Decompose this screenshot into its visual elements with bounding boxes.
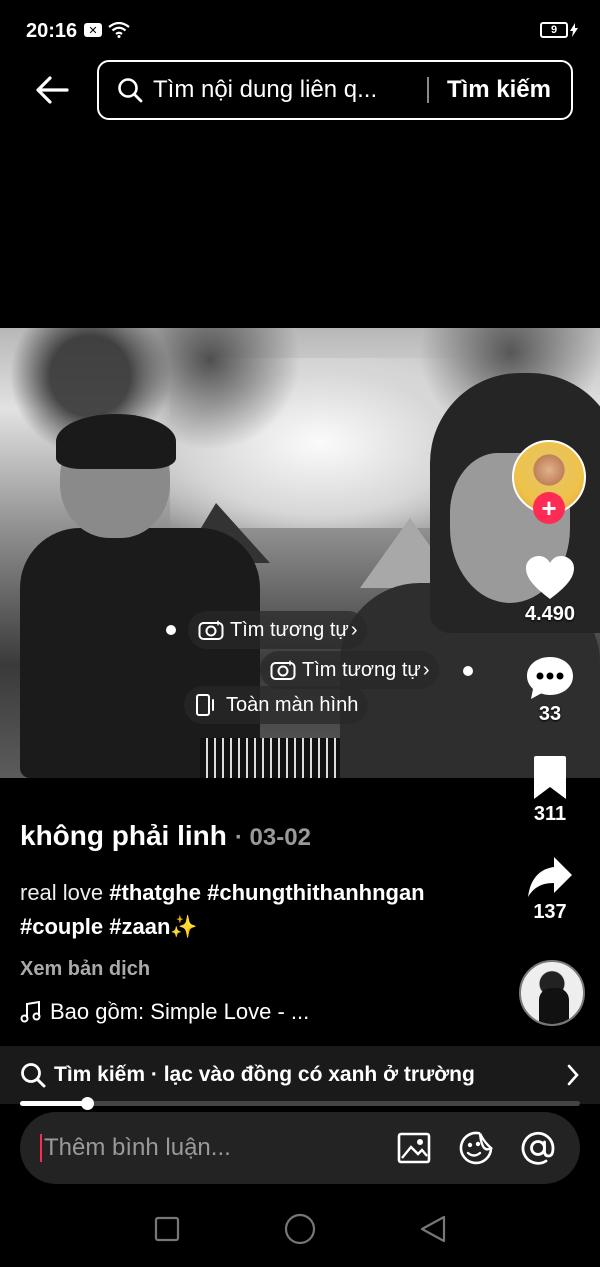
post-date: · 03-02 bbox=[234, 824, 311, 851]
emoji-icon bbox=[459, 1131, 493, 1165]
translate-link[interactable]: Xem bản dịch bbox=[20, 958, 500, 981]
author-line: không phải linh · 03-02 bbox=[20, 820, 500, 852]
image-button[interactable] bbox=[394, 1128, 434, 1168]
chevron-right-icon: › bbox=[422, 658, 430, 681]
status-icons: ✕ bbox=[84, 22, 130, 38]
share-count: 137 bbox=[533, 901, 567, 923]
related-search-text: Tìm kiếm · lạc vào đồng có xanh ở trường bbox=[54, 1063, 475, 1086]
text-caret bbox=[40, 1134, 42, 1162]
video-progress-bar[interactable] bbox=[20, 1097, 580, 1110]
system-back-button[interactable] bbox=[413, 1209, 453, 1249]
camera-search-icon bbox=[270, 658, 296, 682]
comment-button[interactable]: 33 bbox=[500, 655, 600, 726]
home-button[interactable] bbox=[280, 1209, 320, 1249]
search-input[interactable]: Tìm nội dung liên q... bbox=[153, 76, 427, 104]
share-icon bbox=[528, 857, 572, 897]
emoji-button[interactable] bbox=[456, 1128, 496, 1168]
find-similar-label-1: Tìm tương tự bbox=[230, 618, 349, 641]
charging-icon bbox=[570, 23, 578, 37]
chevron-right-icon bbox=[567, 1064, 579, 1086]
fullscreen-icon bbox=[194, 693, 220, 717]
music-link[interactable]: Bao gồm: Simple Love - ... bbox=[20, 999, 500, 1025]
fullscreen-chip[interactable]: Toàn màn hình bbox=[184, 686, 369, 724]
back-button[interactable] bbox=[30, 70, 74, 110]
search-divider bbox=[426, 77, 429, 103]
find-similar-chip-2[interactable]: Tìm tương tự › bbox=[260, 651, 440, 689]
like-button[interactable]: 4.490 bbox=[500, 555, 600, 626]
system-navigation-bar bbox=[0, 1190, 600, 1267]
wifi-icon bbox=[108, 22, 130, 38]
bookmark-icon bbox=[534, 756, 566, 799]
battery-indicator: 9 bbox=[540, 22, 578, 38]
bookmark-count: 311 bbox=[533, 803, 567, 825]
square-icon bbox=[154, 1216, 179, 1241]
hotspot-dot-1[interactable] bbox=[166, 625, 176, 635]
search-icon bbox=[21, 1063, 46, 1088]
status-time: 20:16 bbox=[26, 20, 78, 42]
like-count: 4.490 bbox=[524, 603, 576, 625]
post-info: không phải linh · 03-02 real love #thatg… bbox=[20, 820, 500, 1025]
video-pants bbox=[200, 738, 340, 778]
video-progress-handle[interactable] bbox=[81, 1097, 95, 1110]
triangle-back-icon bbox=[421, 1215, 446, 1242]
hotspot-dot-2[interactable] bbox=[463, 666, 473, 676]
battery-level: 9 bbox=[540, 22, 568, 38]
status-bar: 20:16 ✕ 9 bbox=[0, 0, 600, 62]
at-icon bbox=[521, 1131, 555, 1165]
video-progress-fill bbox=[20, 1101, 88, 1106]
related-search-bar[interactable]: Tìm kiếm · lạc vào đồng có xanh ở trường bbox=[0, 1046, 600, 1104]
mention-button[interactable] bbox=[518, 1128, 558, 1168]
heart-icon bbox=[526, 556, 574, 599]
sparkle-emoji: ✨ bbox=[170, 914, 198, 939]
music-title: Bao gồm: Simple Love - ... bbox=[50, 999, 310, 1024]
search-bar[interactable]: Tìm nội dung liên q... Tìm kiếm bbox=[97, 60, 573, 120]
comment-bar: Thêm bình luận... bbox=[20, 1112, 580, 1184]
share-button[interactable]: 137 bbox=[500, 855, 600, 924]
camera-search-icon bbox=[198, 618, 224, 642]
chevron-right-icon: › bbox=[350, 618, 358, 641]
comment-input[interactable]: Thêm bình luận... bbox=[44, 1134, 394, 1162]
fullscreen-label: Toàn màn hình bbox=[226, 693, 359, 716]
notification-x-icon: ✕ bbox=[84, 23, 102, 37]
hashtag[interactable]: #chungthithanhngan bbox=[207, 880, 425, 905]
post-caption: real love #thatghe #chungthithanhngan #c… bbox=[20, 876, 500, 944]
search-icon bbox=[117, 76, 145, 104]
caption-text: real love bbox=[20, 880, 110, 905]
follow-button[interactable]: + bbox=[533, 492, 565, 524]
comment-icon bbox=[527, 657, 573, 699]
video-person-left bbox=[20, 414, 280, 778]
search-submit-button[interactable]: Tìm kiếm bbox=[447, 76, 551, 104]
hashtag[interactable]: #zaan bbox=[109, 914, 170, 939]
arrow-left-icon bbox=[36, 76, 69, 104]
bookmark-button[interactable]: 311 bbox=[500, 755, 600, 826]
find-similar-label-2: Tìm tương tự bbox=[302, 658, 421, 681]
hashtag[interactable]: #thatghe bbox=[109, 880, 201, 905]
image-icon bbox=[397, 1132, 431, 1164]
circle-icon bbox=[284, 1213, 316, 1244]
recents-button[interactable] bbox=[147, 1209, 187, 1249]
hashtag[interactable]: #couple bbox=[20, 914, 103, 939]
music-note-icon bbox=[20, 1001, 41, 1023]
comment-count: 33 bbox=[538, 703, 562, 725]
top-navigation: Tìm nội dung liên q... Tìm kiếm bbox=[0, 60, 600, 120]
find-similar-chip-1[interactable]: Tìm tương tự › bbox=[188, 611, 368, 649]
music-disc-avatar[interactable] bbox=[519, 960, 585, 1026]
author-name[interactable]: không phải linh bbox=[20, 820, 227, 852]
